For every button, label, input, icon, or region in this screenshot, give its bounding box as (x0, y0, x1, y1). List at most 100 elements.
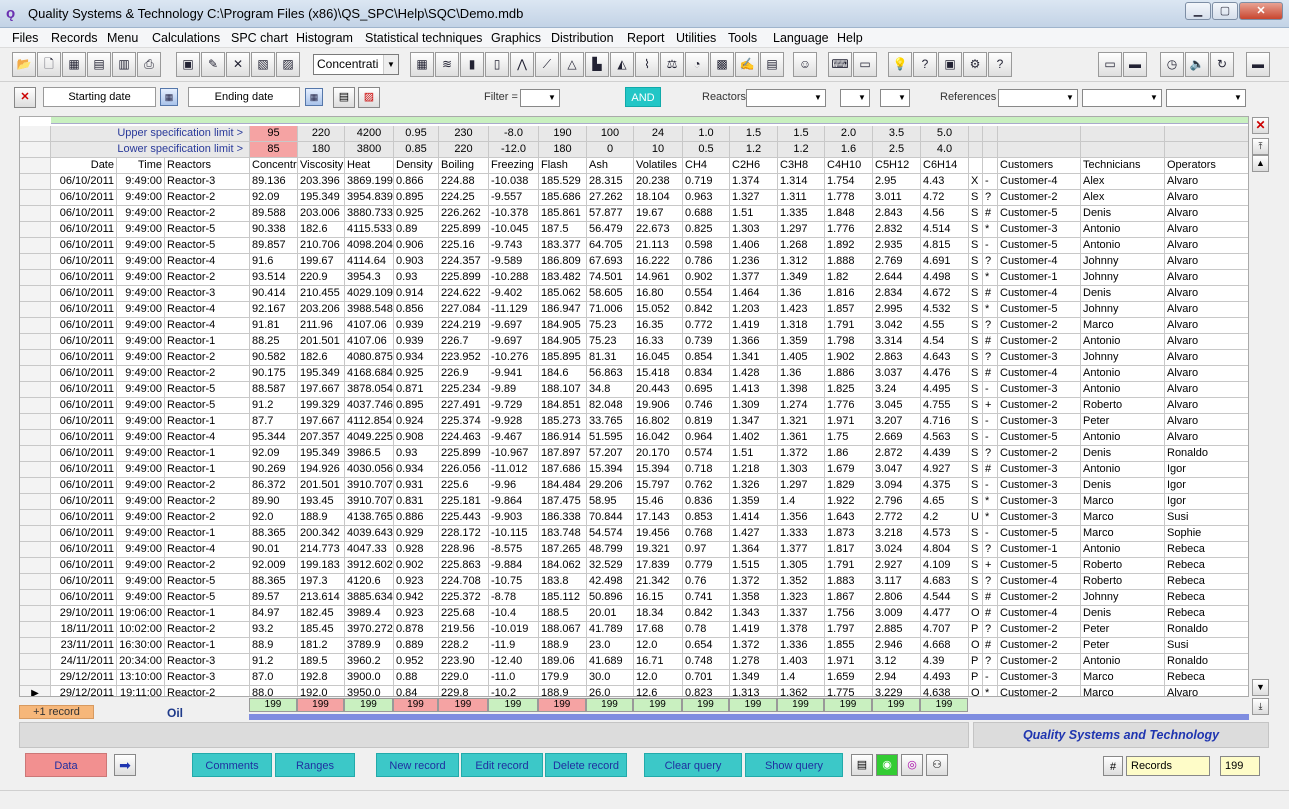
table-cell[interactable]: 1.776 (825, 398, 873, 414)
table-cell[interactable]: 225.16 (439, 238, 489, 254)
table-cell[interactable]: 0.762 (683, 478, 730, 494)
table-cell[interactable]: Alex (1081, 174, 1165, 190)
table-cell[interactable]: 0.695 (683, 382, 730, 398)
table-cell[interactable]: 3900.0 (345, 670, 394, 686)
table-cell[interactable]: 184.062 (539, 558, 587, 574)
table-cell[interactable]: 9:49:00 (117, 174, 165, 190)
table-cell[interactable]: 228.96 (439, 542, 489, 558)
table-cell[interactable]: 90.582 (250, 350, 298, 366)
table-cell[interactable]: 21.342 (634, 574, 683, 590)
table-cell[interactable]: 15.394 (587, 462, 634, 478)
table-cell[interactable]: 185.861 (539, 206, 587, 222)
table-cell[interactable]: 4.65 (921, 494, 969, 510)
table-cell[interactable]: Johnny (1081, 350, 1165, 366)
table-cell[interactable]: 0.89 (394, 222, 439, 238)
table-cell[interactable]: 9:49:00 (117, 286, 165, 302)
table-cell[interactable]: 1.398 (778, 382, 825, 398)
table-cell[interactable]: 185.895 (539, 350, 587, 366)
table-cell[interactable]: Customer-3 (998, 462, 1081, 478)
scroll-top-icon[interactable]: ⤒ (1252, 138, 1269, 155)
table-cell[interactable]: 1.343 (730, 606, 778, 622)
table-cell[interactable]: 93.514 (250, 270, 298, 286)
table-cell[interactable]: Alvaro (1165, 254, 1248, 270)
table-cell[interactable]: 33.765 (587, 414, 634, 430)
table-cell[interactable]: 0.78 (683, 622, 730, 638)
table-cell[interactable]: 226.9 (439, 366, 489, 382)
table-cell[interactable]: - (983, 430, 998, 446)
table-cell[interactable]: 0.929 (394, 526, 439, 542)
table-cell[interactable]: 9:49:00 (117, 462, 165, 478)
table-cell[interactable]: Reactor-4 (165, 318, 250, 334)
table-cell[interactable]: Rebeca (1165, 670, 1248, 686)
table-cell[interactable]: 229.8 (439, 686, 489, 696)
table-cell[interactable]: Reactor-2 (165, 558, 250, 574)
menu-histogram[interactable]: Histogram (296, 31, 353, 45)
table-cell[interactable]: 4047.33 (345, 542, 394, 558)
table-cell[interactable]: 1.855 (825, 638, 873, 654)
table-cell[interactable]: Customer-1 (998, 270, 1081, 286)
table-cell[interactable]: 4.476 (921, 366, 969, 382)
table-cell[interactable]: 06/10/2011 (51, 302, 117, 318)
menu-records[interactable]: Records (51, 31, 98, 45)
upper-limit-cell[interactable]: 3.5 (873, 126, 921, 142)
clear-filter-icon[interactable]: ✕ (14, 87, 36, 108)
table-cell[interactable]: 9:49:00 (117, 414, 165, 430)
table-cell[interactable]: 57.207 (587, 446, 634, 462)
table-cell[interactable]: 0.923 (394, 606, 439, 622)
table-cell[interactable]: 15.394 (634, 462, 683, 478)
hash-icon[interactable]: # (1103, 756, 1123, 776)
row-selector[interactable] (20, 190, 51, 206)
table-cell[interactable]: - (983, 414, 998, 430)
table-cell[interactable]: Customer-4 (998, 606, 1081, 622)
table-cell[interactable]: 0.924 (394, 414, 439, 430)
table-cell[interactable]: 4120.6 (345, 574, 394, 590)
table-cell[interactable]: Customer-2 (998, 590, 1081, 606)
table-cell[interactable]: 224.25 (439, 190, 489, 206)
row-selector[interactable] (20, 430, 51, 446)
table-cell[interactable]: Marco (1081, 494, 1165, 510)
comments-button[interactable]: Comments (192, 753, 272, 777)
table-cell[interactable]: 185.45 (298, 622, 345, 638)
table-cell[interactable]: 225.234 (439, 382, 489, 398)
table-cell[interactable]: 2.772 (873, 510, 921, 526)
new-record-button[interactable]: New record (376, 753, 459, 777)
table-cell[interactable]: 19.906 (634, 398, 683, 414)
table-cell[interactable]: 187.897 (539, 446, 587, 462)
pareto-icon[interactable]: ▙ (585, 52, 609, 77)
line-chart-icon[interactable]: ⌇ (635, 52, 659, 77)
table-cell[interactable]: 223.952 (439, 350, 489, 366)
ranges-button[interactable]: Ranges (275, 753, 355, 777)
table-cell[interactable]: 192.8 (298, 670, 345, 686)
table-cell[interactable]: S (969, 286, 983, 302)
table-cell[interactable]: 0.925 (394, 206, 439, 222)
table-cell[interactable]: 188.9 (298, 510, 345, 526)
table-cell[interactable]: 3.314 (873, 334, 921, 350)
table-cell[interactable]: 186.914 (539, 430, 587, 446)
table-cell[interactable]: # (983, 366, 998, 382)
table-cell[interactable]: 1.888 (825, 254, 873, 270)
table-cell[interactable]: 223.90 (439, 654, 489, 670)
table-cell[interactable]: Igor (1165, 478, 1248, 494)
table-cell[interactable]: 4115.533 (345, 222, 394, 238)
table-cell[interactable]: 1.867 (825, 590, 873, 606)
table-cell[interactable]: S (969, 478, 983, 494)
table-cell[interactable]: 4039.643 (345, 526, 394, 542)
table-cell[interactable]: -9.743 (489, 238, 539, 254)
menu-statistical-techniques[interactable]: Statistical techniques (365, 31, 482, 45)
table-cell[interactable]: Rebeca (1165, 542, 1248, 558)
table-cell[interactable]: Antonio (1081, 430, 1165, 446)
table-cell[interactable]: 86.372 (250, 478, 298, 494)
table-cell[interactable]: 1.848 (825, 206, 873, 222)
table-cell[interactable]: 0.779 (683, 558, 730, 574)
table-cell[interactable]: O (969, 686, 983, 696)
table-cell[interactable]: 0.964 (683, 430, 730, 446)
lower-limit-cell[interactable]: 2.5 (873, 142, 921, 158)
menu-graphics[interactable]: Graphics (491, 31, 541, 45)
table-cell[interactable]: Ronaldo (1165, 654, 1248, 670)
table-cell[interactable]: S (969, 414, 983, 430)
table-cell[interactable]: 90.175 (250, 366, 298, 382)
table-cell[interactable]: 1.829 (825, 478, 873, 494)
column-header[interactable]: C4H10 (825, 158, 873, 174)
scatter-icon[interactable]: ⟋ (535, 52, 559, 77)
table-cell[interactable]: -11.012 (489, 462, 539, 478)
